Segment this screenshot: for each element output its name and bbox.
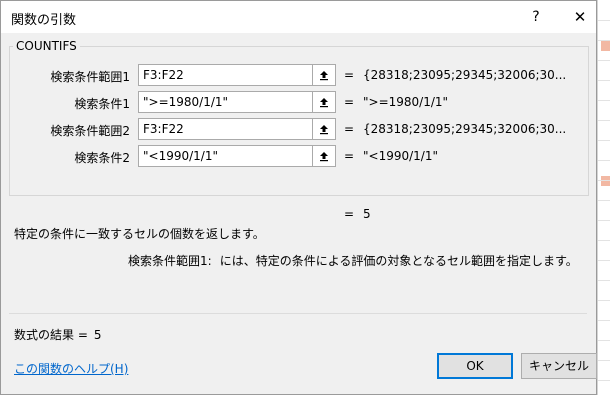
cell-highlight [601,176,610,186]
criteria2-ref-button[interactable] [312,145,336,167]
criteria1-ref-button[interactable] [312,91,336,113]
argument-label-criteria1: 検索条件1 [74,97,130,111]
grid-line [598,200,610,201]
grid-line [598,360,610,361]
equals-sign: = [344,122,355,136]
function-arguments-dialog: 関数の引数 ? ✕ COUNTIFS 検索条件範囲1 F3:F22 = {283… [0,0,597,395]
criteria2-value: "<1990/1/1" [363,149,438,163]
grid-line [598,140,610,141]
equals-sign: = [344,95,355,109]
grid-line [598,80,610,81]
title-bar: 関数の引数 ? ✕ [1,1,596,33]
function-name: COUNTIFS [13,39,80,53]
grid-line [598,260,610,261]
formula-result: 数式の結果 = 5 [14,326,102,343]
grid-line [598,320,610,321]
grid-line [598,280,610,281]
divider [9,313,587,314]
criteria-range1-value: {28318;23095;29345;32006;30... [363,68,567,82]
grid-line [598,340,610,341]
argument-label-criteria-range1: 検索条件範囲1 [50,70,130,84]
criteria-range1-input[interactable]: F3:F22 [138,64,313,86]
close-icon: ✕ [573,8,587,26]
spreadsheet-background [597,0,610,395]
help-button[interactable]: ? [523,5,549,29]
formula-result-label: 数式の結果 = [14,328,88,342]
grid-line [598,380,610,381]
criteria-range2-value: {28318;23095;29345;32006;30... [363,122,567,136]
collapse-dialog-icon [320,152,328,162]
dialog-title: 関数の引数 [11,13,77,28]
grid-line [598,160,610,161]
cancel-button[interactable]: キャンセル [521,353,597,379]
formula-result-value: 5 [93,328,102,342]
criteria2-input[interactable]: "<1990/1/1" [138,145,313,167]
criteria-range2-input[interactable]: F3:F22 [138,118,313,140]
function-result-equals: = [344,207,355,221]
close-button[interactable]: ✕ [567,5,593,29]
collapse-dialog-icon [320,125,328,135]
grid-line [598,220,610,221]
criteria-range1-ref-button[interactable] [312,64,336,86]
grid-line [598,60,610,61]
collapse-dialog-icon [320,71,328,81]
equals-sign: = [344,68,355,82]
argument-label-criteria2: 検索条件2 [74,151,130,165]
function-help-link[interactable]: この関数のヘルプ(H) [14,360,128,377]
grid-line [598,300,610,301]
collapse-dialog-icon [320,98,328,108]
grid-line [598,100,610,101]
ok-button[interactable]: OK [437,353,513,379]
criteria-range2-ref-button[interactable] [312,118,336,140]
grid-line [598,240,610,241]
equals-sign: = [344,149,355,163]
grid-line [598,20,610,21]
argument-description: 検索条件範囲1: には、特定の条件による評価の対象となるセル範囲を指定します。 [128,252,578,269]
argument-description-text: には、特定の条件による評価の対象となるセル範囲を指定します。 [219,254,578,268]
argument-description-name: 検索条件範囲1: [128,254,212,268]
cell-highlight [601,41,610,51]
grid-line [598,180,610,181]
criteria1-input[interactable]: ">=1980/1/1" [138,91,313,113]
criteria1-value: ">=1980/1/1" [363,95,449,109]
grid-line [598,120,610,121]
function-result-value: 5 [363,207,371,221]
argument-label-criteria-range2: 検索条件範囲2 [50,124,130,138]
function-description: 特定の条件に一致するセルの個数を返します。 [14,227,265,241]
